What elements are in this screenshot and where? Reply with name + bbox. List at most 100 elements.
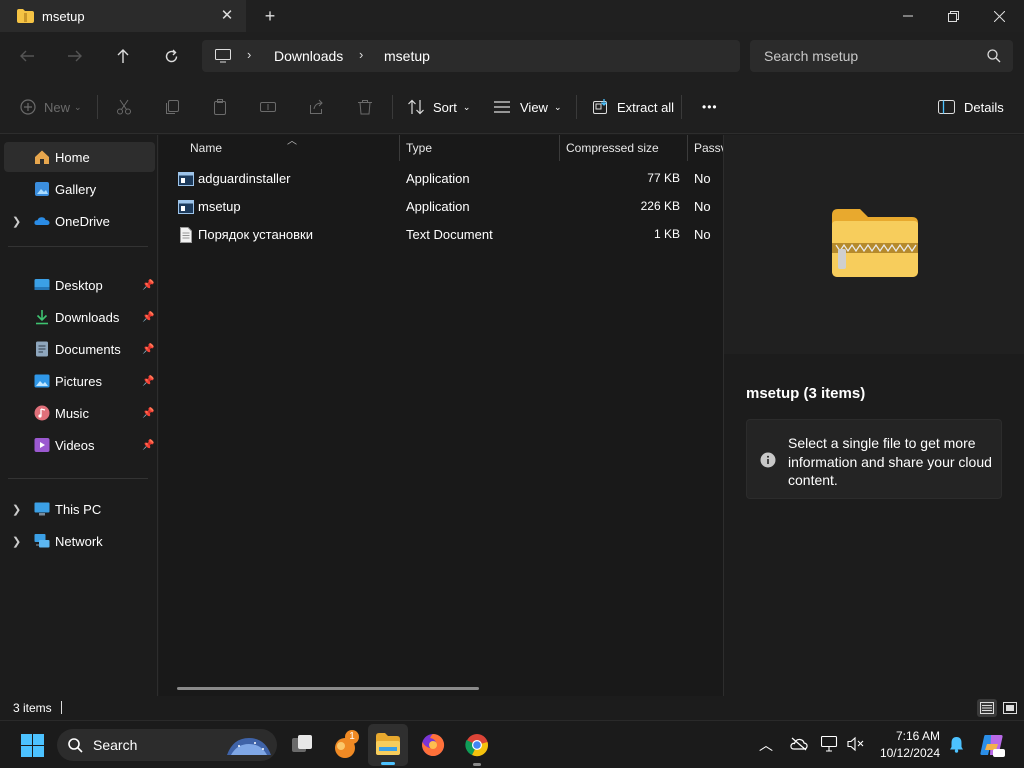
home-icon [35, 150, 49, 164]
close-window-button[interactable] [976, 0, 1022, 32]
address-bar[interactable]: › Downloads › msetup [202, 40, 740, 72]
column-divider[interactable] [399, 135, 400, 161]
desktop-icon [34, 279, 50, 290]
sidebar-item-this-pc[interactable]: ❯ This PC [4, 494, 155, 524]
table-row[interactable]: msetup Application 226 KB No [169, 193, 723, 221]
chevron-down-icon: ⌄ [462, 101, 471, 112]
volume-muted-icon[interactable] [847, 736, 865, 752]
search-input[interactable]: Search msetup [750, 40, 1013, 72]
chevron-up-icon[interactable]: ︿ [759, 735, 773, 755]
task-view-icon[interactable] [290, 733, 314, 757]
running-indicator [473, 763, 481, 766]
breadcrumb-chevron-icon: › [247, 47, 252, 62]
chevron-down-icon: ⌄ [553, 101, 562, 112]
details-button[interactable]: Details [938, 93, 1004, 121]
delete-button[interactable] [357, 93, 373, 121]
rename-icon [260, 102, 276, 112]
windows-start-icon[interactable] [21, 734, 44, 757]
file-password: No [694, 199, 711, 214]
firefox-icon[interactable] [421, 733, 445, 757]
taskbar-app-file-explorer[interactable] [368, 724, 408, 766]
cut-button[interactable] [116, 93, 132, 121]
sidebar-item-label: Desktop [55, 277, 103, 293]
breadcrumb-chevron-icon: › [359, 47, 364, 62]
divider [681, 95, 682, 119]
info-message: Select a single file to get more informa… [788, 435, 992, 488]
table-row[interactable]: adguardinstaller Application 77 KB No [169, 165, 723, 193]
sidebar-item-home[interactable]: Home [4, 142, 155, 172]
sidebar-item-label: This PC [55, 501, 102, 517]
network-status-icon[interactable] [821, 736, 839, 752]
notification-badge: 1 [345, 730, 359, 744]
sidebar-item-documents[interactable]: Documents 📌 [4, 334, 155, 364]
taskbar: Search 1 ︿ 7:16 AM 10/12/2024 [0, 720, 1024, 768]
chevron-right-icon[interactable]: ❯ [12, 535, 21, 548]
paste-button[interactable] [212, 93, 228, 121]
chevron-right-icon[interactable]: ❯ [12, 215, 21, 228]
copilot-icon[interactable] [979, 732, 1005, 758]
sidebar-item-videos[interactable]: Videos 📌 [4, 430, 155, 460]
arrow-right-icon [68, 50, 82, 62]
breadcrumb-downloads[interactable]: Downloads [274, 48, 343, 64]
sidebar-item-desktop[interactable]: Desktop 📌 [4, 270, 155, 300]
sidebar-item-gallery[interactable]: Gallery [4, 174, 155, 204]
onedrive-offline-icon[interactable] [790, 737, 808, 751]
sidebar-item-downloads[interactable]: Downloads 📌 [4, 302, 155, 332]
sidebar-item-onedrive[interactable]: ❯ OneDrive [4, 206, 155, 236]
chrome-icon[interactable] [465, 733, 489, 757]
back-button[interactable] [11, 40, 43, 72]
table-row[interactable]: Порядок установки Text Document 1 KB No [169, 221, 723, 249]
taskbar-app-widgets[interactable]: 1 [333, 730, 361, 760]
clock-time[interactable]: 7:16 AM [892, 729, 940, 743]
copy-button[interactable] [164, 93, 180, 121]
item-count: 3 items [13, 701, 52, 715]
restore-icon [947, 10, 959, 22]
new-button[interactable]: New ⌄ [20, 93, 82, 121]
sidebar-item-label: Home [55, 149, 90, 165]
sidebar-item-music[interactable]: Music 📌 [4, 398, 155, 428]
tab-close-button[interactable]: ✕ [218, 6, 236, 26]
refresh-button[interactable] [155, 40, 187, 72]
restore-button[interactable] [930, 0, 976, 32]
search-placeholder: Search msetup [764, 48, 859, 64]
sidebar-item-label: Pictures [55, 373, 102, 389]
extract-all-button[interactable]: Extract all [593, 93, 674, 121]
forward-button[interactable] [59, 40, 91, 72]
search-highlight-icon [227, 738, 271, 755]
large-icons-view-toggle[interactable] [1000, 699, 1020, 717]
rename-button[interactable] [260, 93, 276, 121]
application-icon [178, 172, 194, 186]
file-size: 77 KB [647, 171, 680, 185]
tab-msetup[interactable]: msetup ✕ [0, 0, 246, 32]
file-type: Application [406, 171, 470, 186]
column-header-name[interactable]: Name [190, 135, 222, 161]
up-button[interactable] [107, 40, 139, 72]
taskbar-search-box[interactable]: Search [57, 729, 277, 761]
file-name: Порядок установки [198, 227, 313, 242]
chevron-right-icon[interactable]: ❯ [12, 503, 21, 516]
sidebar-item-network[interactable]: ❯ Network [4, 526, 155, 556]
notifications-bell-icon[interactable] [949, 736, 964, 753]
sort-button[interactable]: Sort ⌄ [407, 93, 470, 121]
clipboard-icon [214, 99, 226, 115]
column-divider[interactable] [687, 135, 688, 161]
breadcrumb-msetup[interactable]: msetup [384, 48, 430, 64]
sidebar-item-pictures[interactable]: Pictures 📌 [4, 366, 155, 396]
view-button[interactable]: View ⌄ [494, 93, 562, 121]
details-view-toggle[interactable] [977, 699, 997, 717]
see-more-button[interactable]: ••• [702, 93, 718, 121]
minimize-button[interactable] [885, 0, 931, 32]
plus-circle-icon [20, 99, 36, 115]
gallery-icon [35, 182, 49, 196]
clock-date[interactable]: 10/12/2024 [870, 746, 940, 760]
column-header-password[interactable]: Passv [694, 135, 723, 161]
zip-folder-icon [832, 209, 918, 277]
column-header-type[interactable]: Type [406, 135, 432, 161]
column-divider[interactable] [559, 135, 560, 161]
horizontal-scrollbar[interactable] [177, 687, 479, 690]
column-header-compressed-size[interactable]: Compressed size [566, 135, 659, 161]
share-button[interactable] [308, 93, 324, 121]
sidebar-item-label: Network [55, 533, 103, 549]
new-tab-button[interactable]: + [260, 5, 280, 27]
navigation-pane: Home Gallery ❯ OneDrive Desktop 📌 Downlo… [0, 135, 158, 696]
